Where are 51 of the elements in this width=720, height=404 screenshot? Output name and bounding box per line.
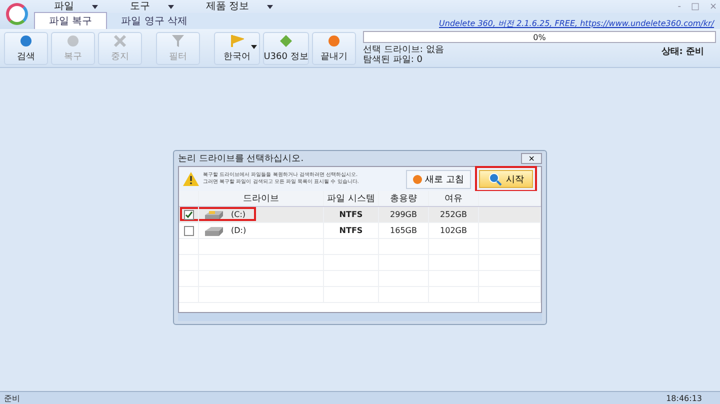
- info-icon: [279, 34, 293, 48]
- toolbar-button[interactable]: 검색: [4, 32, 48, 64]
- language-icon: [230, 34, 244, 48]
- selected-drive-label: 선택 드라이브: 없음: [363, 45, 444, 55]
- dropdown-arrow-icon: [92, 4, 98, 8]
- table-cell: NTFS: [324, 223, 379, 238]
- toolbar-button[interactable]: 한국어: [214, 32, 260, 64]
- refresh-icon: [413, 174, 422, 184]
- clock-text: 18:46:13: [666, 394, 702, 402]
- search-icon: [488, 172, 502, 186]
- caret-icon: [251, 44, 257, 48]
- table-cell: 299GB: [379, 207, 429, 222]
- app-logo-icon[interactable]: [6, 3, 28, 25]
- found-files-label: 탐색된 파일: 0: [363, 55, 424, 65]
- stop-icon: [113, 34, 127, 48]
- search-icon: [19, 34, 33, 48]
- column-header[interactable]: 파일 시스템: [324, 191, 379, 206]
- table-cell: 252GB: [429, 207, 479, 222]
- warning-icon: [183, 172, 199, 186]
- dropdown-arrow-icon: [267, 4, 274, 8]
- website-link[interactable]: Undelete 360, 버전 2.1.6.25, FREE, https://www.undelete360.com/kr/: [439, 18, 714, 29]
- table-cell: NTFS: [324, 207, 379, 222]
- checkbox[interactable]: [184, 226, 194, 236]
- table-cell: 165GB: [379, 223, 429, 238]
- status-label: 상태: 준비: [661, 46, 704, 59]
- menu-item[interactable]: 제품 정보: [206, 0, 274, 12]
- refresh-button[interactable]: 새로 고침: [406, 170, 471, 188]
- dropdown-arrow-icon: [168, 4, 174, 8]
- filter-icon: [171, 34, 185, 48]
- drive-cell[interactable]: (D:): [199, 223, 324, 238]
- status-text: 준비: [4, 392, 20, 404]
- table-cell: 102GB: [429, 223, 479, 238]
- menu-item[interactable]: 파일: [54, 0, 98, 12]
- progress-reading: 0%: [533, 32, 546, 42]
- toolbar-button[interactable]: U360 정보: [263, 32, 309, 64]
- toolbar-button[interactable]: 끝내기: [312, 32, 356, 64]
- column-header[interactable]: 총용량: [379, 191, 429, 206]
- column-header[interactable]: 여유: [429, 191, 479, 206]
- tab[interactable]: 파일 영구 삭제: [107, 13, 202, 29]
- exit-icon: [327, 34, 341, 48]
- drive-icon: [203, 224, 225, 236]
- drive-cell[interactable]: (C:): [199, 207, 324, 222]
- dialog-title: 논리 드라이브를 선택하십시오.: [178, 153, 304, 165]
- start-button[interactable]: 시작: [479, 170, 533, 188]
- menu-item[interactable]: 도구: [130, 0, 174, 12]
- drive-icon: [203, 208, 225, 220]
- column-header[interactable]: 드라이브: [199, 191, 324, 206]
- restore-icon: [66, 34, 80, 48]
- close-button[interactable]: ×: [521, 153, 542, 164]
- tab[interactable]: 파일 복구: [34, 12, 108, 29]
- checkbox[interactable]: [184, 210, 194, 220]
